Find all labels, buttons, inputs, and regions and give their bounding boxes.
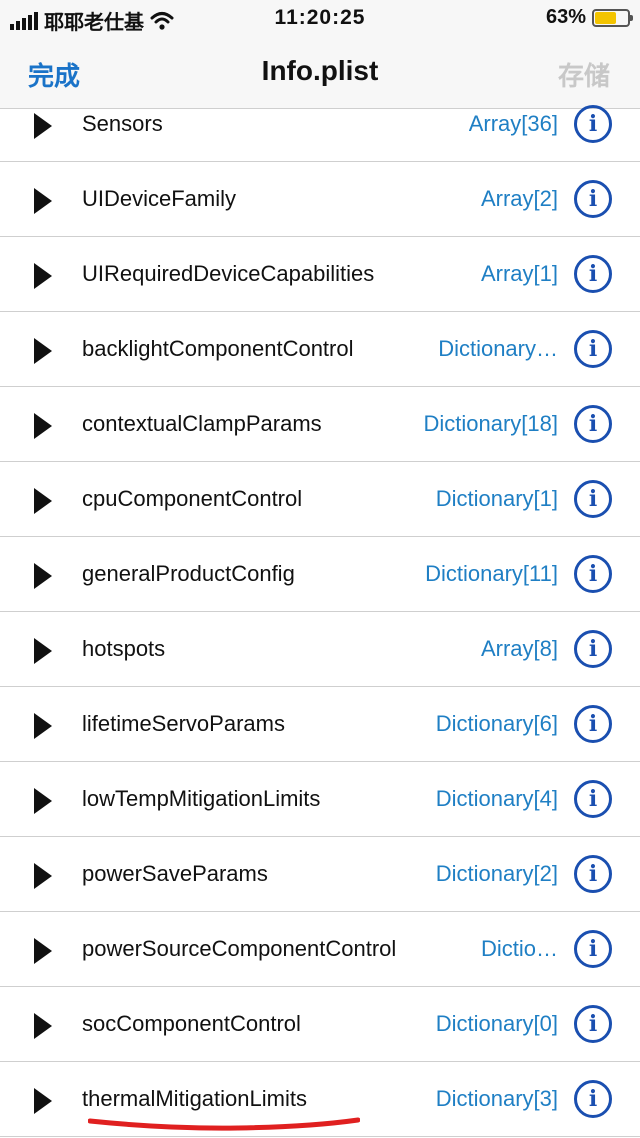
info-icon[interactable]: i <box>574 1005 612 1043</box>
expand-triangle-icon[interactable] <box>34 188 52 214</box>
plist-row-cpucomponentcontrol[interactable]: cpuComponentControl Dictionary[1] i <box>0 462 640 537</box>
row-value: Dictionary[11] <box>425 561 558 586</box>
status-time: 11:20:25 <box>274 6 366 29</box>
row-key: UIRequiredDeviceCapabilities <box>82 261 375 286</box>
row-value: Dictionary[18] <box>423 411 558 436</box>
row-value: Array[8] <box>480 636 558 661</box>
row-key: contextualClampParams <box>82 411 322 436</box>
expand-triangle-icon[interactable] <box>34 1013 52 1039</box>
row-key: powerSourceComponentControl <box>82 936 397 961</box>
row-value: Array[2] <box>480 186 558 211</box>
red-underline-annotation <box>88 1117 360 1131</box>
expand-triangle-icon[interactable] <box>34 713 52 739</box>
row-value: Dictionary[2] <box>435 861 558 886</box>
info-icon[interactable]: i <box>574 555 612 593</box>
row-value: Dictionary… <box>438 336 558 361</box>
row-key: hotspots <box>82 636 166 661</box>
status-right: 63% <box>545 6 633 29</box>
row-key: backlightComponentControl <box>82 336 354 361</box>
plist-row-uirequireddevicecapabilities[interactable]: UIRequiredDeviceCapabilities Array[1] i <box>0 237 640 312</box>
plist-row-contextualclampparams[interactable]: contextualClampParams Dictionary[18] i <box>0 387 640 462</box>
info-icon[interactable]: i <box>574 1080 612 1118</box>
battery-level-fill <box>595 11 617 24</box>
row-value: Dictionary[0] <box>435 1011 558 1036</box>
row-value: Array[1] <box>480 261 558 286</box>
expand-triangle-icon[interactable] <box>34 563 52 589</box>
info-icon[interactable]: i <box>574 180 612 218</box>
plist-row-sensors[interactable]: Sensors Array[36] i <box>0 87 640 162</box>
row-key: generalProductConfig <box>82 561 295 586</box>
row-key: lowTempMitigationLimits <box>82 786 321 811</box>
info-icon[interactable]: i <box>574 630 612 668</box>
battery-icon <box>592 8 633 27</box>
plist-row-powersaveparams[interactable]: powerSaveParams Dictionary[2] i <box>0 837 640 912</box>
expand-triangle-icon[interactable] <box>34 413 52 439</box>
info-icon[interactable]: i <box>574 780 612 818</box>
status-bar: 耶耶老仕基 11:20:25 63% <box>0 0 640 36</box>
expand-triangle-icon[interactable] <box>34 1088 52 1114</box>
plist-row-hotspots[interactable]: hotspots Array[8] i <box>0 612 640 687</box>
info-icon[interactable]: i <box>574 105 612 143</box>
expand-triangle-icon[interactable] <box>34 863 52 889</box>
row-value: Dictionary[6] <box>435 711 558 736</box>
plist-row-lifetimeservoparams[interactable]: lifetimeServoParams Dictionary[6] i <box>0 687 640 762</box>
info-icon[interactable]: i <box>574 255 612 293</box>
info-icon[interactable]: i <box>574 930 612 968</box>
expand-triangle-icon[interactable] <box>34 263 52 289</box>
info-icon[interactable]: i <box>574 480 612 518</box>
row-key: thermalMitigationLimits <box>82 1086 307 1111</box>
row-value: Array[36] <box>468 111 558 136</box>
plist-row-backlightcomponentcontrol[interactable]: backlightComponentControl Dictionary… i <box>0 312 640 387</box>
expand-triangle-icon[interactable] <box>34 938 52 964</box>
plist-list[interactable]: Sensors Array[36] i UIDeviceFamily Array… <box>0 87 640 1137</box>
expand-triangle-icon[interactable] <box>34 113 52 139</box>
row-key: socComponentControl <box>82 1011 301 1036</box>
plist-row-uidevicefamily[interactable]: UIDeviceFamily Array[2] i <box>0 162 640 237</box>
plist-row-soccomponentcontrol[interactable]: socComponentControl Dictionary[0] i <box>0 987 640 1062</box>
info-icon[interactable]: i <box>574 330 612 368</box>
row-key: Sensors <box>82 111 163 136</box>
info-icon[interactable]: i <box>574 405 612 443</box>
info-icon[interactable]: i <box>574 855 612 893</box>
plist-row-generalproductconfig[interactable]: generalProductConfig Dictionary[11] i <box>0 537 640 612</box>
expand-triangle-icon[interactable] <box>34 788 52 814</box>
row-value: Dictionary[1] <box>435 486 558 511</box>
info-icon[interactable]: i <box>574 705 612 743</box>
plist-row-powersourcecomponentcontrol[interactable]: powerSourceComponentControl Dictio… i <box>0 912 640 987</box>
expand-triangle-icon[interactable] <box>34 638 52 664</box>
expand-triangle-icon[interactable] <box>34 488 52 514</box>
page-title: Info.plist <box>261 55 379 86</box>
row-value: Dictio… <box>480 936 558 961</box>
row-key: powerSaveParams <box>82 861 268 886</box>
row-key: lifetimeServoParams <box>82 711 285 736</box>
row-key: cpuComponentControl <box>82 486 303 511</box>
row-key: UIDeviceFamily <box>82 186 237 211</box>
row-value: Dictionary[4] <box>435 786 558 811</box>
expand-triangle-icon[interactable] <box>34 338 52 364</box>
plist-row-lowtempmitigationlimits[interactable]: lowTempMitigationLimits Dictionary[4] i <box>0 762 640 837</box>
row-value: Dictionary[3] <box>435 1086 558 1111</box>
battery-percent: 63% <box>545 6 586 28</box>
